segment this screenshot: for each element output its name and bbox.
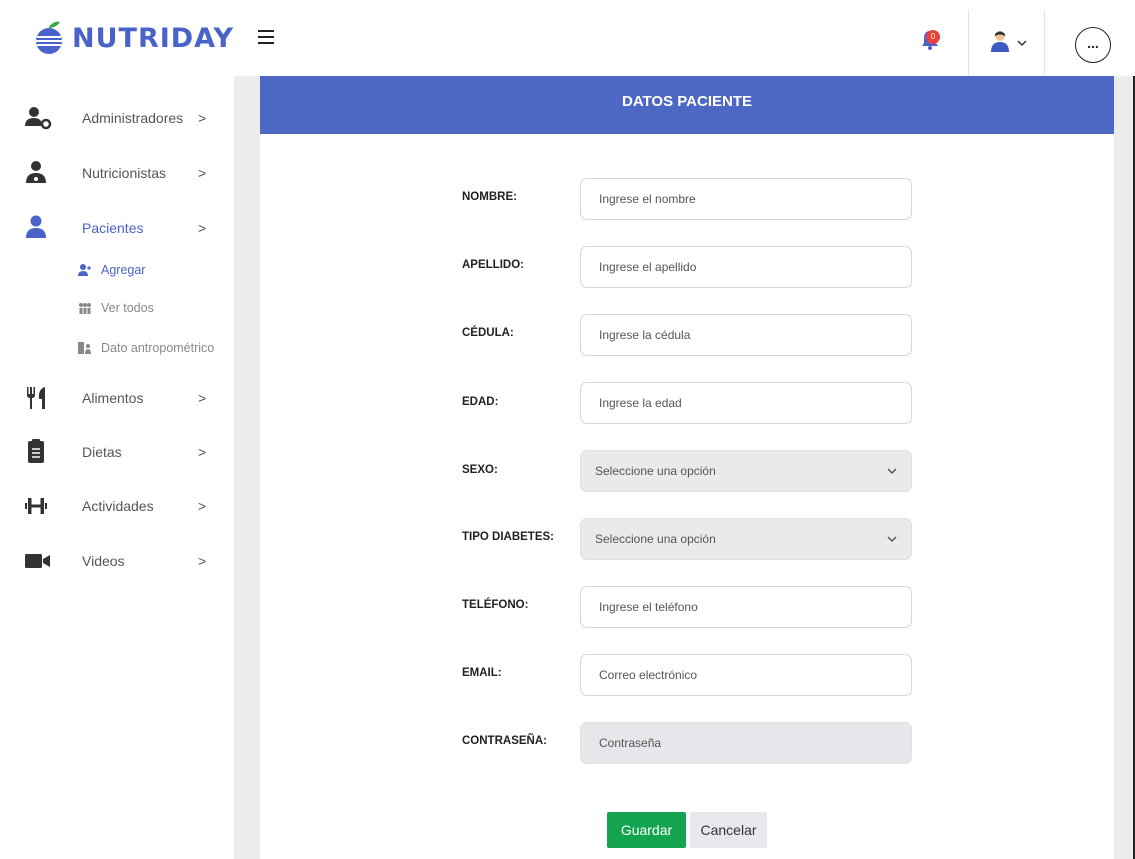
field-label: TELÉFONO: bbox=[462, 599, 529, 611]
chevron-right-icon: > bbox=[198, 498, 207, 514]
field-label: CÉDULA: bbox=[462, 327, 514, 339]
more-options-button[interactable]: ... bbox=[1075, 27, 1111, 63]
user-menu[interactable] bbox=[990, 30, 1030, 52]
sidebar-item-label: Administradores bbox=[82, 110, 184, 126]
user-icon bbox=[26, 215, 46, 238]
user-gear-icon bbox=[25, 107, 52, 130]
chevron-right-icon: > bbox=[198, 390, 207, 406]
sidebar-subitem-dato-antropometrico[interactable]: Dato antropométrico bbox=[0, 336, 234, 360]
video-icon bbox=[25, 554, 50, 568]
field-label: CONTRASEÑA: bbox=[462, 735, 547, 747]
chevron-right-icon: > bbox=[198, 553, 207, 569]
field-label: EMAIL: bbox=[462, 667, 502, 679]
sidebar-item-actividades[interactable]: Actividades > bbox=[0, 486, 234, 526]
header-divider bbox=[1044, 10, 1045, 76]
utensils-icon bbox=[27, 387, 45, 409]
field-label: TIPO DIABETES: bbox=[462, 531, 555, 543]
field-label: SEXO: bbox=[462, 464, 498, 476]
password-input[interactable] bbox=[580, 722, 912, 764]
sidebar-subitem-ver-todos[interactable]: Ver todos bbox=[0, 296, 234, 320]
cancel-button[interactable]: Cancelar bbox=[690, 812, 767, 848]
nombre-input[interactable] bbox=[580, 178, 912, 220]
select-value: Seleccione una opción bbox=[595, 532, 716, 546]
sidebar-item-videos[interactable]: Videos > bbox=[0, 541, 234, 581]
telefono-input[interactable] bbox=[580, 586, 912, 628]
field-label: APELLIDO: bbox=[462, 259, 524, 271]
user-avatar-icon bbox=[991, 31, 1009, 52]
sexo-select[interactable]: Seleccione una opción bbox=[580, 450, 912, 492]
chevron-right-icon: > bbox=[198, 165, 207, 181]
chevron-down-icon bbox=[887, 536, 897, 543]
sidebar-subitem-label: Dato antropométrico bbox=[101, 341, 215, 355]
sidebar-subitem-label: Ver todos bbox=[101, 301, 154, 315]
chevron-down-icon bbox=[887, 468, 897, 475]
dumbbell-icon bbox=[25, 498, 47, 514]
sidebar-item-label: Pacientes bbox=[82, 220, 144, 236]
notification-badge: 0 bbox=[926, 30, 940, 44]
chevron-right-icon: > bbox=[198, 110, 207, 126]
sidebar-item-label: Nutricionistas bbox=[82, 165, 167, 181]
edad-input[interactable] bbox=[580, 382, 912, 424]
sidebar-item-label: Alimentos bbox=[82, 390, 144, 406]
scale-icon bbox=[78, 342, 91, 354]
field-label: NOMBRE: bbox=[462, 191, 517, 203]
sidebar: Administradores > Nutricionistas > Pacie… bbox=[0, 76, 234, 859]
chevron-right-icon: > bbox=[198, 444, 207, 460]
save-button[interactable]: Guardar bbox=[607, 812, 686, 848]
sidebar-item-nutricionistas[interactable]: Nutricionistas > bbox=[0, 153, 234, 193]
sidebar-item-label: Dietas bbox=[82, 444, 122, 460]
sidebar-subitem-label: Agregar bbox=[101, 263, 146, 277]
sidebar-item-administradores[interactable]: Administradores > bbox=[0, 98, 234, 138]
sidebar-subitem-agregar[interactable]: Agregar bbox=[0, 258, 234, 282]
sidebar-item-label: Actividades bbox=[82, 498, 154, 514]
clipboard-list-icon bbox=[28, 439, 44, 463]
top-header: NUTRIDAY 0 ... bbox=[0, 0, 1135, 76]
sidebar-item-label: Videos bbox=[82, 553, 125, 569]
sidebar-item-alimentos[interactable]: Alimentos > bbox=[0, 378, 234, 418]
user-doctor-icon bbox=[26, 161, 46, 183]
field-label: EDAD: bbox=[462, 396, 499, 408]
hamburger-icon[interactable] bbox=[258, 30, 274, 44]
main-content: DATOS PACIENTE NOMBRE: APELLIDO: CÉDULA:… bbox=[234, 76, 1133, 859]
tipo-diabetes-select[interactable]: Seleccione una opción bbox=[580, 518, 912, 560]
header-divider bbox=[968, 10, 969, 76]
apellido-input[interactable] bbox=[580, 246, 912, 288]
chevron-down-icon bbox=[1017, 40, 1027, 47]
select-value: Seleccione una opción bbox=[595, 464, 716, 478]
brand-name: NUTRIDAY bbox=[72, 22, 235, 54]
apple-icon bbox=[36, 21, 62, 54]
brand-logo[interactable]: NUTRIDAY bbox=[32, 18, 234, 58]
patient-form-card: DATOS PACIENTE NOMBRE: APELLIDO: CÉDULA:… bbox=[260, 76, 1114, 859]
user-plus-icon bbox=[78, 264, 91, 276]
sidebar-item-dietas[interactable]: Dietas > bbox=[0, 432, 234, 472]
cedula-input[interactable] bbox=[580, 314, 912, 356]
form-title: DATOS PACIENTE bbox=[260, 76, 1114, 134]
users-icon bbox=[79, 303, 91, 314]
email-input[interactable] bbox=[580, 654, 912, 696]
sidebar-item-pacientes[interactable]: Pacientes > bbox=[0, 208, 234, 248]
chevron-right-icon: > bbox=[198, 220, 207, 236]
